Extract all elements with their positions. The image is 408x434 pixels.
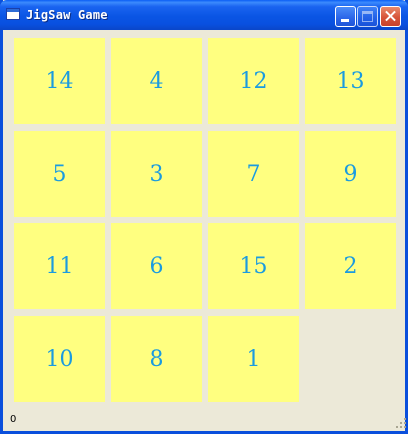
puzzle-tile[interactable]: 14 <box>14 38 105 124</box>
minimize-button[interactable] <box>335 6 356 27</box>
puzzle-tile[interactable]: 6 <box>111 223 202 309</box>
puzzle-tile[interactable]: 4 <box>111 38 202 124</box>
minimize-icon <box>341 19 349 22</box>
maximize-button[interactable] <box>357 6 378 27</box>
puzzle-tile[interactable]: 10 <box>14 316 105 402</box>
puzzle-tile[interactable]: 7 <box>208 131 299 217</box>
puzzle-tile[interactable]: 1 <box>208 316 299 402</box>
jigsaw-window: JigSaw Game 14 4 12 13 5 3 7 9 11 6 15 2… <box>0 0 408 434</box>
move-counter: 0 <box>10 414 17 425</box>
close-button[interactable] <box>380 6 401 27</box>
puzzle-tile[interactable]: 11 <box>14 223 105 309</box>
puzzle-tile[interactable]: 5 <box>14 131 105 217</box>
puzzle-tile[interactable]: 3 <box>111 131 202 217</box>
puzzle-tile[interactable]: 8 <box>111 316 202 402</box>
window-title: JigSaw Game <box>26 8 108 22</box>
puzzle-tile[interactable]: 2 <box>305 223 396 309</box>
close-icon <box>381 7 400 26</box>
puzzle-tile[interactable]: 15 <box>208 223 299 309</box>
puzzle-tile[interactable]: 13 <box>305 38 396 124</box>
maximize-icon <box>362 11 373 22</box>
window-app-icon <box>6 8 20 20</box>
puzzle-tile[interactable]: 12 <box>208 38 299 124</box>
title-bar[interactable]: JigSaw Game <box>0 0 408 30</box>
resize-grip-icon[interactable] <box>395 417 407 429</box>
puzzle-tile[interactable]: 9 <box>305 131 396 217</box>
